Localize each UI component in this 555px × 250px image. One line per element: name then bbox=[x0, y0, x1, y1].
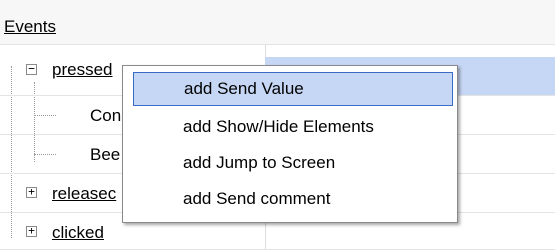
menu-item-add-send-value[interactable]: add Send Value bbox=[133, 72, 453, 106]
menu-item-add-show-hide-elements[interactable]: add Show/Hide Elements bbox=[133, 110, 453, 144]
expand-icon[interactable]: + bbox=[26, 186, 37, 198]
events-header-row: Events bbox=[0, 0, 555, 45]
tree-item-sub2[interactable]: Bee bbox=[90, 145, 120, 165]
menu-item-add-jump-to-screen[interactable]: add Jump to Screen bbox=[133, 146, 453, 180]
collapse-icon[interactable]: − bbox=[26, 63, 37, 75]
context-menu: add Send Value add Show/Hide Elements ad… bbox=[122, 65, 458, 223]
menu-item-add-send-comment[interactable]: add Send comment bbox=[133, 182, 453, 216]
tree-item-sub1[interactable]: Con bbox=[90, 106, 121, 126]
tree-item-released[interactable]: releasec bbox=[52, 184, 116, 204]
events-header[interactable]: Events bbox=[4, 17, 56, 37]
tree-item-clicked[interactable]: clicked bbox=[52, 223, 104, 243]
expand-icon[interactable]: + bbox=[26, 225, 37, 237]
tree-item-pressed[interactable]: pressed bbox=[52, 60, 112, 80]
